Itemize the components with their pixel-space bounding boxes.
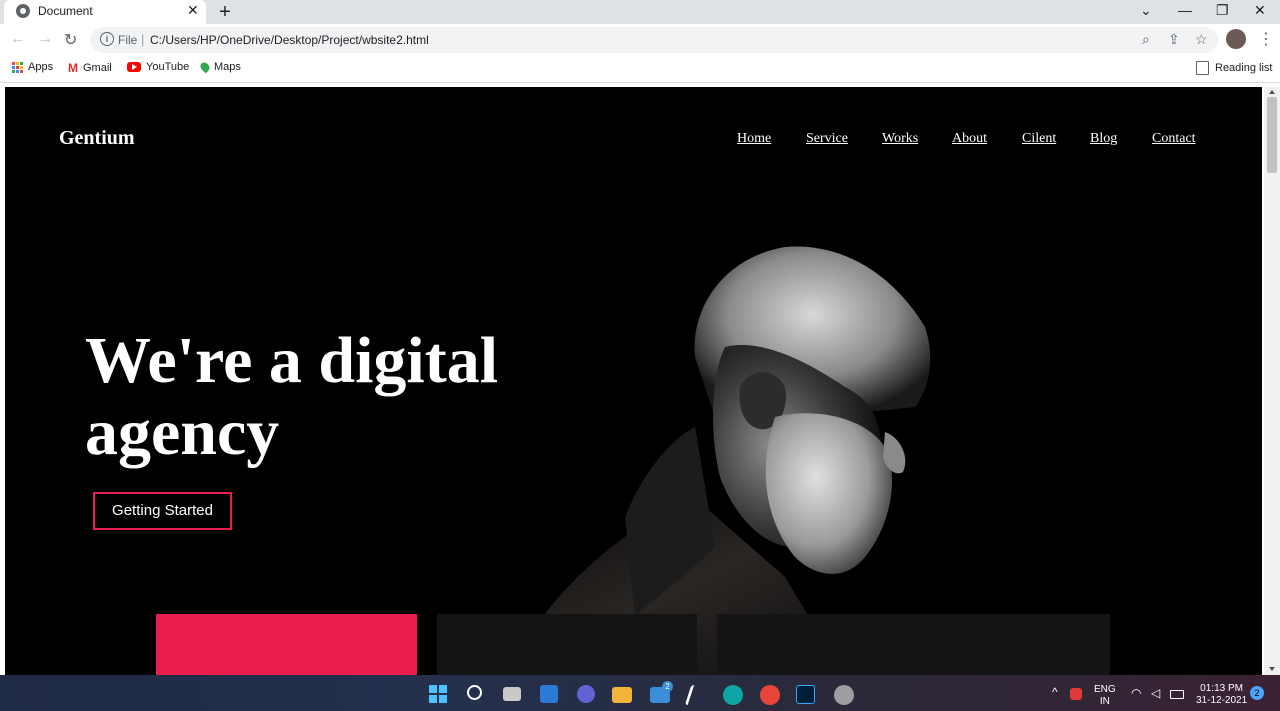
search-icon[interactable] (467, 685, 482, 700)
bookmark-star-icon[interactable]: ☆ (1195, 31, 1208, 48)
bookmark-apps[interactable]: Apps (12, 61, 53, 73)
dropbox-icon[interactable] (1070, 688, 1082, 700)
language-code: ENG (1094, 684, 1116, 695)
reading-list-label: Reading list (1215, 62, 1273, 74)
browser-toolbar: ← → ↻ i File | C:/Users/HP/OneDrive/Desk… (0, 24, 1280, 56)
bookmark-label: Maps (214, 61, 241, 73)
bookmark-maps[interactable]: Maps (198, 60, 241, 74)
address-bar[interactable]: i File | C:/Users/HP/OneDrive/Desktop/Pr… (90, 27, 1218, 53)
volume-icon[interactable]: ◁ (1151, 687, 1160, 699)
maps-pin-icon (198, 60, 212, 74)
input-language[interactable]: ENG IN (1094, 684, 1116, 708)
feature-card-accent (156, 614, 417, 675)
app-bolt-icon[interactable] (684, 685, 707, 705)
region-code: IN (1099, 696, 1110, 707)
restore-button[interactable]: ❐ (1216, 2, 1229, 19)
minimize-button[interactable]: — (1178, 2, 1192, 18)
nav-link-works[interactable]: Works (882, 131, 918, 147)
tab-title: Document (38, 4, 93, 18)
photoshop-icon[interactable] (796, 685, 815, 704)
apps-grid-icon (12, 61, 23, 73)
nav-link-cilent[interactable]: Cilent (1022, 131, 1056, 147)
profile-avatar[interactable] (1226, 29, 1246, 49)
scroll-thumb[interactable] (1267, 97, 1277, 173)
clock[interactable]: 01:13 PM 31-12-2021 (1196, 683, 1247, 707)
mail-badge: 2 (662, 681, 673, 692)
bookmark-gmail[interactable]: M Gmail (68, 61, 112, 75)
page-scrollbar[interactable] (1264, 87, 1280, 675)
reading-list-icon (1196, 61, 1209, 75)
clock-date: 31-12-2021 (1196, 695, 1248, 706)
file-explorer-icon[interactable] (612, 687, 632, 703)
new-tab-button[interactable]: + (214, 1, 236, 23)
windows-taskbar: 2 ^ ENG IN ◠ ◁ 01:13 PM 31-12-2021 2 (0, 675, 1280, 711)
chrome-canary-icon[interactable] (760, 685, 780, 705)
nav-link-service[interactable]: Service (806, 131, 848, 147)
teams-chat-icon[interactable] (577, 685, 595, 703)
scroll-up-arrow-icon[interactable] (1269, 90, 1275, 94)
getting-started-button[interactable]: Getting Started (93, 492, 232, 530)
hero-headline: We're a digital agency (85, 324, 499, 469)
chrome-icon[interactable] (834, 685, 854, 705)
feature-card (717, 614, 1110, 675)
notification-badge[interactable]: 2 (1250, 686, 1264, 700)
gmail-icon: M (68, 61, 78, 75)
wifi-icon[interactable]: ◠ (1131, 687, 1141, 699)
tab-search-icon[interactable]: ⌄ (1140, 2, 1152, 19)
url-separator: | (141, 32, 145, 47)
youtube-icon (127, 62, 141, 72)
bookmark-label: Apps (28, 61, 54, 73)
nav-link-home[interactable]: Home (737, 131, 771, 147)
tab-close-icon[interactable]: ✕ (187, 2, 199, 19)
close-window-button[interactable]: ✕ (1254, 2, 1266, 19)
globe-icon (16, 4, 30, 18)
bookmark-label: Gmail (83, 62, 112, 74)
share-icon[interactable]: ⇪ (1168, 31, 1180, 48)
forward-button[interactable]: → (37, 30, 53, 48)
edge-icon[interactable] (723, 685, 743, 705)
nav-link-contact[interactable]: Contact (1152, 131, 1196, 147)
feature-card (437, 614, 697, 675)
zoom-icon[interactable]: ⌕ (1142, 31, 1150, 48)
clock-time: 01:13 PM (1200, 683, 1243, 694)
nav-link-blog[interactable]: Blog (1090, 131, 1117, 147)
widgets-icon[interactable] (540, 685, 558, 703)
reload-button[interactable]: ↻ (64, 30, 77, 50)
reading-list-button[interactable]: Reading list (1196, 61, 1272, 75)
url-text[interactable]: C:/Users/HP/OneDrive/Desktop/Project/wbs… (150, 33, 429, 47)
back-button[interactable]: ← (10, 30, 26, 48)
browser-menu-icon[interactable]: ⋮ (1258, 29, 1274, 49)
battery-icon[interactable] (1170, 690, 1184, 699)
start-icon[interactable] (429, 685, 447, 703)
nav-link-about[interactable]: About (952, 131, 987, 147)
bookmark-youtube[interactable]: YouTube (127, 61, 189, 73)
info-icon[interactable]: i (100, 32, 114, 46)
bookmark-label: YouTube (146, 61, 190, 73)
url-scheme: File (118, 33, 138, 47)
page-viewport: Gentium Home Service Works About Cilent … (5, 87, 1262, 675)
tray-overflow-icon[interactable]: ^ (1052, 686, 1058, 698)
task-view-icon[interactable] (503, 687, 521, 701)
scroll-down-arrow-icon[interactable] (1269, 667, 1275, 671)
bookmarks-bar: Apps M Gmail YouTube Maps Reading list (0, 56, 1280, 83)
site-logo[interactable]: Gentium (59, 127, 135, 150)
tab-strip: Document ✕ + ⌄ — ❐ ✕ (0, 0, 1280, 24)
browser-tab[interactable]: Document ✕ (4, 0, 206, 24)
